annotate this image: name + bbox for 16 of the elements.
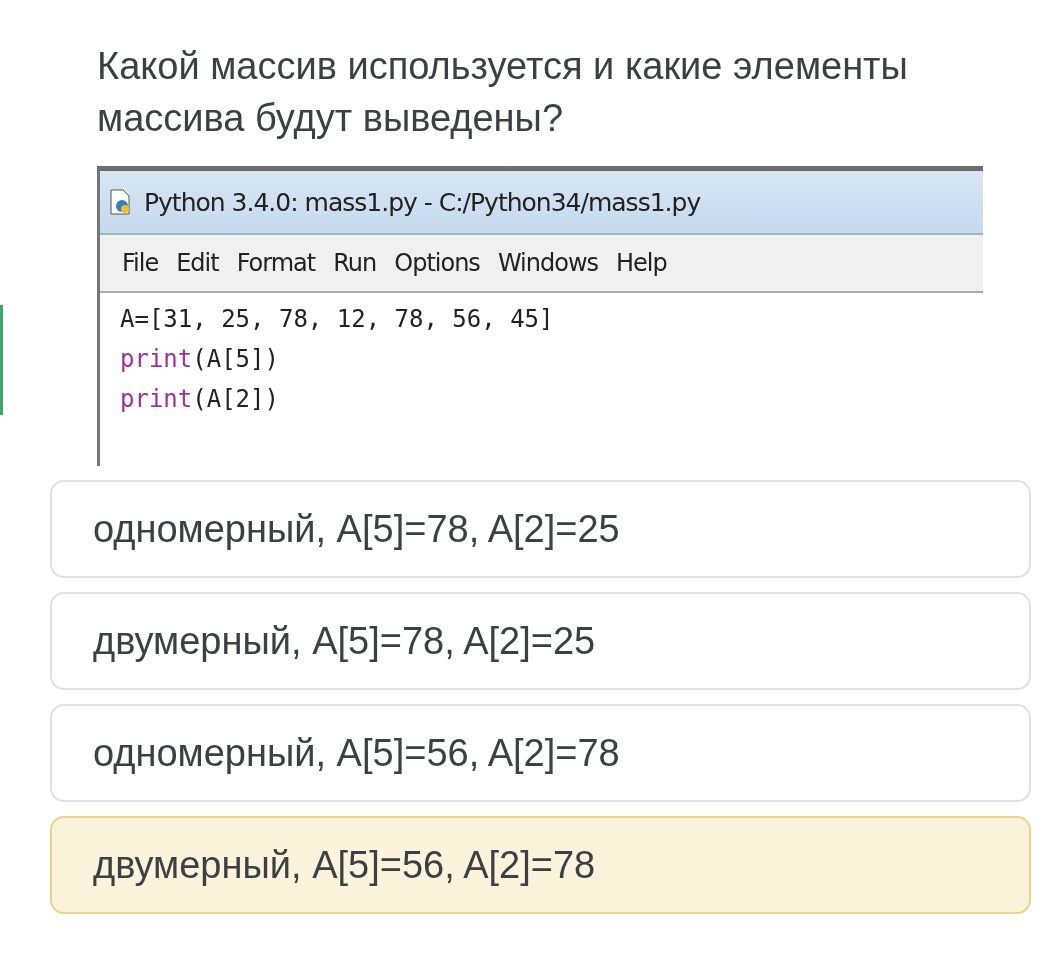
code-line: A=[31, 25, 78, 12, 78, 56, 45] — [120, 304, 555, 335]
code-line: print(A[5]) — [120, 344, 280, 375]
menu-item[interactable]: Edit — [176, 249, 219, 277]
answer-option[interactable]: двумерный, A[5]=56, A[2]=78 — [50, 816, 1031, 914]
question-text: Какой массив используется и какие элементы массива будут выведены? — [97, 44, 909, 141]
menu-item[interactable]: Format — [236, 249, 316, 277]
menu-item[interactable]: Options — [394, 249, 480, 277]
menu-item[interactable]: Help — [616, 249, 667, 277]
answer-option[interactable]: одномерный, A[5]=56, A[2]=78 — [50, 704, 1031, 802]
answer-option[interactable]: одномерный, A[5]=78, A[2]=25 — [50, 480, 1031, 578]
window-title: Python 3.4.0: mass1.py - C:/Python34/mass1.py — [144, 187, 701, 217]
code-line: print(A[2]) — [120, 384, 280, 415]
answer-option[interactable]: двумерный, A[5]=78, A[2]=25 — [50, 592, 1031, 690]
menu-item[interactable]: File — [122, 249, 159, 277]
menu-item[interactable]: Windows — [497, 249, 598, 277]
menu-item[interactable]: Run — [333, 249, 377, 277]
